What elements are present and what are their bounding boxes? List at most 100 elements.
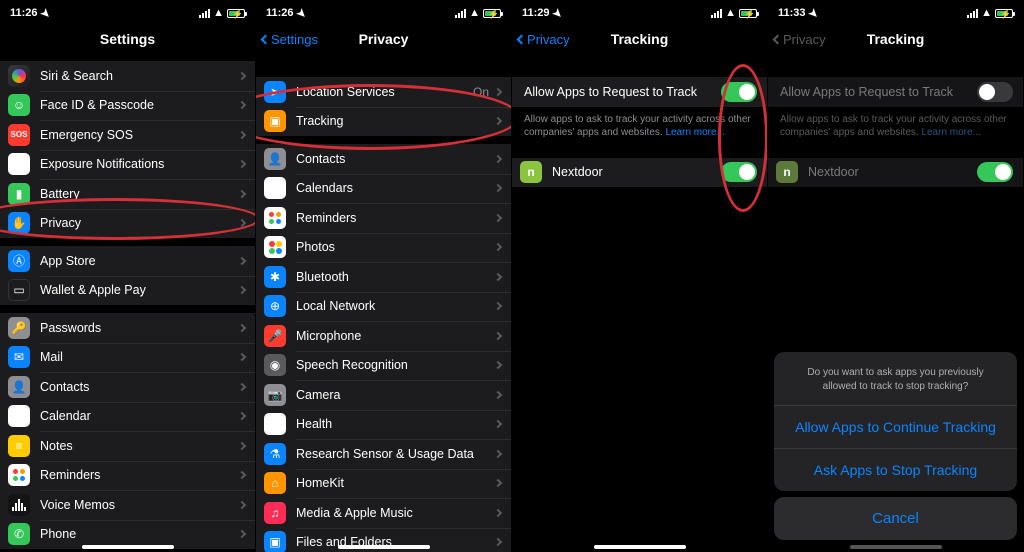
row-tracking[interactable]: ▣Tracking [256,107,511,137]
row-photos[interactable]: Photos [256,233,511,263]
row-allow-tracking[interactable]: Allow Apps to Request to Track [512,77,767,107]
chevron-right-icon [494,391,502,399]
row-camera[interactable]: 📷Camera [256,380,511,410]
row-label: Passwords [40,321,239,335]
row-label: Face ID & Passcode [40,98,239,112]
row-battery[interactable]: ▮Battery [0,179,255,209]
home-indicator[interactable] [850,545,942,549]
status-time: 11:26 [10,7,38,19]
action-cancel[interactable]: Cancel [774,497,1017,540]
row-passwords[interactable]: 🔑Passwords [0,313,255,343]
chevron-left-icon [517,34,527,44]
row-siri[interactable]: Siri & Search [0,61,255,91]
row-app-nextdoor[interactable]: n Nextdoor [512,158,767,188]
row-faceid[interactable]: ☺Face ID & Passcode [0,91,255,121]
row-app-nextdoor: n Nextdoor [768,158,1023,188]
camera-icon: 📷 [264,384,286,406]
action-sheet-group: Do you want to ask apps you previously a… [774,352,1017,491]
chevron-right-icon [494,302,502,310]
signal-icon [199,9,210,18]
back-label: Privacy [783,32,826,47]
chevron-right-icon [238,72,246,80]
row-research[interactable]: ⚗Research Sensor & Usage Data [256,439,511,469]
row-contacts[interactable]: 👤Contacts [0,372,255,402]
row-voicememos[interactable]: Voice Memos [0,490,255,520]
row-calendar[interactable]: 20Calendar [0,402,255,432]
chevron-right-icon [494,214,502,222]
chevron-right-icon [238,101,246,109]
row-reminders[interactable]: Reminders [0,461,255,491]
contacts-icon: 👤 [264,148,286,170]
page-title: Settings [100,31,155,47]
row-bluetooth[interactable]: ✱Bluetooth [256,262,511,292]
home-indicator[interactable] [338,545,430,549]
row-mail[interactable]: ✉Mail [0,343,255,373]
row-label: Speech Recognition [296,358,495,372]
screen-privacy: 11:26➤ ▲⚡ Settings Privacy ➤Location Ser… [256,0,512,552]
row-label: Contacts [296,152,495,166]
location-arrow-icon: ➤ [37,5,53,21]
exposure-icon: ⦿ [8,153,30,175]
row-contacts[interactable]: 👤 Contacts [256,144,511,174]
chevron-right-icon [238,160,246,168]
research-icon: ⚗ [264,443,286,465]
home-indicator[interactable] [594,545,686,549]
status-bar: 11:26➤ ▲⚡ [0,0,255,22]
row-appstore[interactable]: ⒶApp Store [0,246,255,276]
row-media[interactable]: ♫Media & Apple Music [256,498,511,528]
toggle-allow-tracking[interactable] [721,82,757,102]
action-ask-stop[interactable]: Ask Apps to Stop Tracking [774,448,1017,491]
chevron-right-icon [494,450,502,458]
tracking-footer: Allow apps to ask to track your activity… [512,107,767,150]
row-exposure[interactable]: ⦿Exposure Notifications [0,150,255,180]
row-allow-tracking: Allow Apps to Request to Track [768,77,1023,107]
reminders-icon [264,207,286,229]
notes-icon: ≡ [8,435,30,457]
learn-more-link[interactable]: Learn more... [665,127,724,138]
row-calendars[interactable]: ▦Calendars [256,174,511,204]
back-button[interactable]: Privacy [518,32,570,47]
tracking-apps-group: n Nextdoor [512,158,767,188]
chevron-right-icon [494,184,502,192]
settings-group-2: ⒶApp Store ▭Wallet & Apple Pay [0,246,255,305]
signal-icon [455,9,466,18]
nav-header: Settings [0,25,255,53]
action-sheet-message: Do you want to ask apps you previously a… [774,352,1017,405]
back-button[interactable]: Settings [262,32,318,47]
back-label: Settings [271,32,318,47]
home-indicator[interactable] [82,545,174,549]
row-homekit[interactable]: ⌂HomeKit [256,469,511,499]
chevron-right-icon [494,509,502,517]
row-sos[interactable]: SOSEmergency SOS [0,120,255,150]
chevron-right-icon [238,257,246,265]
nextdoor-icon: n [776,161,798,183]
chevron-right-icon [494,332,502,340]
network-icon: ⊕ [264,295,286,317]
row-label: Wallet & Apple Pay [40,283,239,297]
nav-header: Privacy Tracking [512,25,767,53]
row-label: Voice Memos [40,498,239,512]
row-localnetwork[interactable]: ⊕Local Network [256,292,511,322]
toggle-app-nextdoor[interactable] [721,162,757,182]
media-icon: ♫ [264,502,286,524]
back-button: Privacy [774,32,826,47]
screen-settings: 11:26➤ ▲⚡ Settings Siri & Search ☺Face I… [0,0,256,552]
row-health[interactable]: ♥Health [256,410,511,440]
row-location-services[interactable]: ➤Location ServicesOn [256,77,511,107]
row-privacy[interactable]: ✋Privacy [0,209,255,239]
row-label: Allow Apps to Request to Track [524,85,721,99]
chevron-right-icon [494,88,502,96]
learn-more-link: Learn more... [921,127,980,138]
row-speech[interactable]: ◉ Speech Recognition [256,351,511,381]
action-allow-continue[interactable]: Allow Apps to Continue Tracking [774,405,1017,448]
signal-icon [711,9,722,18]
row-reminders[interactable]: Reminders [256,203,511,233]
signal-icon [967,9,978,18]
nextdoor-icon: n [520,161,542,183]
row-wallet[interactable]: ▭Wallet & Apple Pay [0,276,255,306]
speech-icon: ◉ [264,354,286,376]
row-microphone[interactable]: 🎤Microphone [256,321,511,351]
row-notes[interactable]: ≡Notes [0,431,255,461]
location-arrow-icon: ➤ [805,5,821,21]
contacts-icon: 👤 [8,376,30,398]
